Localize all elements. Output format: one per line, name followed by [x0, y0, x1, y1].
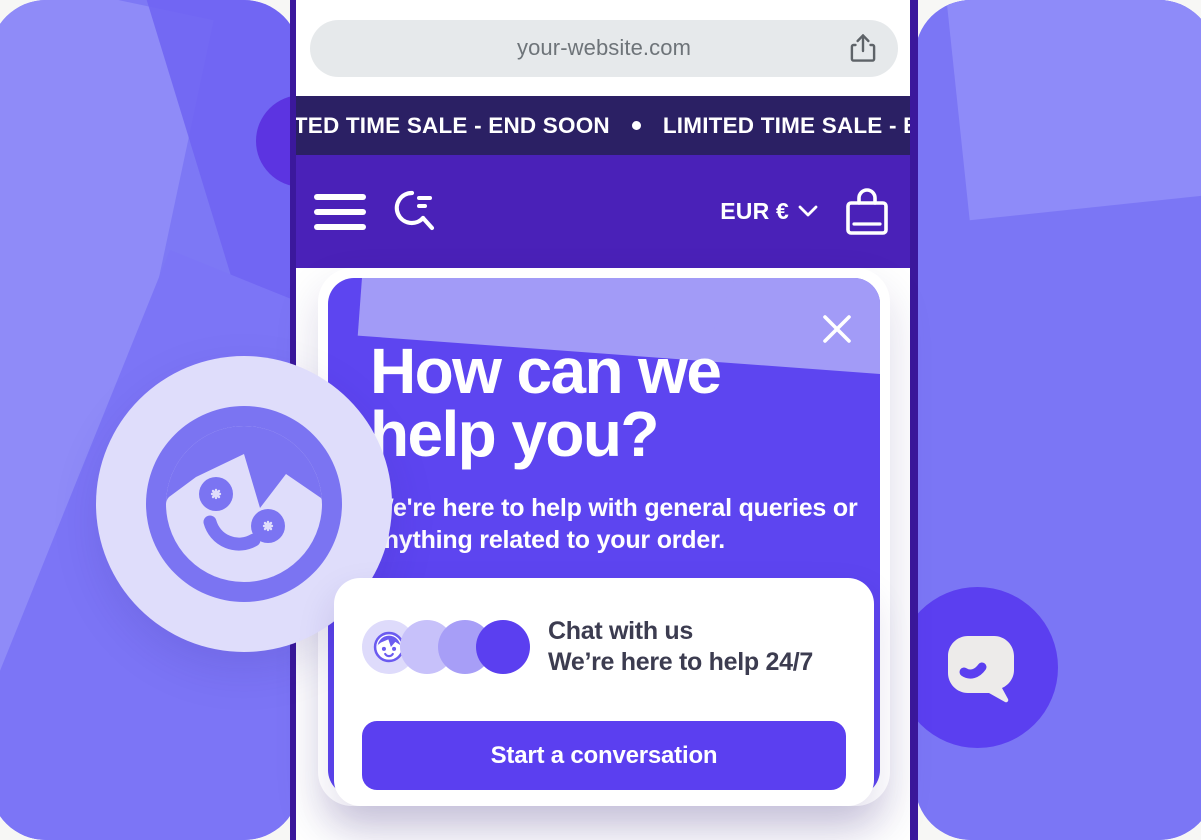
hamburger-bar — [314, 193, 366, 200]
sale-announcement-banner: LIMITED TIME SALE - END SOON LIMITED TIM… — [290, 96, 918, 155]
phone-edge-right — [910, 0, 918, 840]
avatar — [476, 620, 530, 674]
currency-selector[interactable]: EUR € — [720, 198, 818, 225]
chat-card-header-row: Chat with us We’re here to help 24/7 — [362, 616, 813, 678]
site-navigation-bar: EUR € — [290, 155, 918, 268]
nav-left-group — [314, 187, 438, 237]
chat-bubble-icon — [947, 635, 1014, 702]
promo-subtitle: We're here to help with general queries … — [370, 494, 858, 554]
hamburger-menu-icon[interactable] — [314, 193, 366, 231]
chat-card-text: Chat with us We’re here to help 24/7 — [548, 616, 813, 678]
banner-message: LIMITED TIME SALE - END SOON — [290, 112, 610, 138]
agent-avatar-stack — [362, 620, 530, 674]
promo-illustration-stage: your-website.com LIMITED TIME SALE - END… — [0, 0, 1201, 840]
search-icon[interactable] — [388, 187, 438, 237]
share-icon[interactable] — [850, 33, 876, 63]
mascot-face-icon — [146, 406, 342, 602]
banner-message: LIMITED TIME SALE - END SOON — [662, 112, 918, 138]
banner-separator-dot — [631, 121, 641, 130]
chat-with-us-card: Chat with us We’re here to help 24/7 Sta… — [334, 578, 874, 806]
chat-card-subtitle: We’re here to help 24/7 — [548, 648, 813, 676]
marquee-track: LIMITED TIME SALE - END SOON LIMITED TIM… — [290, 113, 918, 139]
start-conversation-button[interactable]: Start a conversation — [362, 721, 846, 790]
browser-url-bar: your-website.com — [290, 0, 918, 96]
page-title: How can we help you? — [370, 335, 722, 470]
currency-label: EUR € — [720, 198, 789, 224]
chat-card-title: Chat with us — [548, 617, 694, 645]
background-facet — [942, 0, 1201, 221]
hamburger-bar — [314, 223, 366, 230]
nav-right-group: EUR € — [720, 186, 892, 238]
url-input[interactable]: your-website.com — [310, 19, 898, 77]
shopping-bag-icon[interactable] — [842, 186, 892, 238]
hamburger-bar — [314, 208, 366, 215]
chevron-down-icon — [798, 205, 818, 217]
decorative-facet — [708, 278, 880, 342]
chat-bubble-badge — [897, 587, 1058, 748]
url-text: your-website.com — [517, 35, 691, 60]
